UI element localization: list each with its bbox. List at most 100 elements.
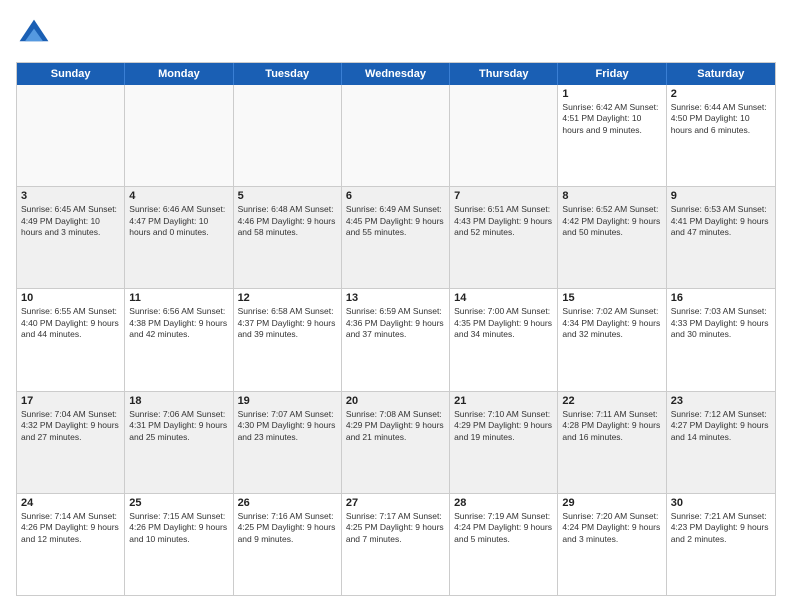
day-cell-13: 13 Sunrise: 6:59 AM Sunset: 4:36 PM Dayli… (342, 289, 450, 390)
day-number: 15 (562, 292, 661, 304)
day-info: Sunrise: 7:12 AM Sunset: 4:27 PM Dayligh… (671, 409, 771, 443)
day-cell-28: 28 Sunrise: 7:19 AM Sunset: 4:24 PM Dayli… (450, 494, 558, 595)
day-of-week-monday: Monday (125, 63, 233, 85)
day-number: 13 (346, 292, 445, 304)
day-cell-6: 6 Sunrise: 6:49 AM Sunset: 4:45 PM Daylig… (342, 187, 450, 288)
day-info: Sunrise: 7:00 AM Sunset: 4:35 PM Dayligh… (454, 306, 553, 340)
empty-cell (125, 85, 233, 186)
day-number: 12 (238, 292, 337, 304)
day-cell-15: 15 Sunrise: 7:02 AM Sunset: 4:34 PM Dayli… (558, 289, 666, 390)
day-number: 3 (21, 190, 120, 202)
day-info: Sunrise: 6:51 AM Sunset: 4:43 PM Dayligh… (454, 204, 553, 238)
day-number: 4 (129, 190, 228, 202)
day-number: 28 (454, 497, 553, 509)
day-number: 9 (671, 190, 771, 202)
day-number: 11 (129, 292, 228, 304)
calendar-header: SundayMondayTuesdayWednesdayThursdayFrid… (17, 63, 775, 85)
day-info: Sunrise: 7:16 AM Sunset: 4:25 PM Dayligh… (238, 511, 337, 545)
week-row-2: 3Sunrise: 6:45 AM Sunset: 4:49 PM Daylig… (17, 186, 775, 288)
day-number: 5 (238, 190, 337, 202)
day-info: Sunrise: 7:19 AM Sunset: 4:24 PM Dayligh… (454, 511, 553, 545)
day-number: 6 (346, 190, 445, 202)
day-cell-8: 8 Sunrise: 6:52 AM Sunset: 4:42 PM Daylig… (558, 187, 666, 288)
day-cell-27: 27 Sunrise: 7:17 AM Sunset: 4:25 PM Dayli… (342, 494, 450, 595)
day-info: Sunrise: 6:59 AM Sunset: 4:36 PM Dayligh… (346, 306, 445, 340)
day-info: Sunrise: 7:15 AM Sunset: 4:26 PM Dayligh… (129, 511, 228, 545)
day-cell-5: 5 Sunrise: 6:48 AM Sunset: 4:46 PM Daylig… (234, 187, 342, 288)
day-number: 22 (562, 395, 661, 407)
day-number: 1 (562, 88, 661, 100)
day-info: Sunrise: 7:17 AM Sunset: 4:25 PM Dayligh… (346, 511, 445, 545)
day-info: Sunrise: 6:56 AM Sunset: 4:38 PM Dayligh… (129, 306, 228, 340)
day-info: Sunrise: 7:04 AM Sunset: 4:32 PM Dayligh… (21, 409, 120, 443)
calendar-body: 1 Sunrise: 6:42 AM Sunset: 4:51 PM Daylig… (17, 85, 775, 595)
week-row-5: 24Sunrise: 7:14 AM Sunset: 4:26 PM Dayli… (17, 493, 775, 595)
day-info: Sunrise: 6:46 AM Sunset: 4:47 PM Dayligh… (129, 204, 228, 238)
day-cell-25: 25 Sunrise: 7:15 AM Sunset: 4:26 PM Dayli… (125, 494, 233, 595)
day-number: 25 (129, 497, 228, 509)
day-number: 23 (671, 395, 771, 407)
day-info: Sunrise: 6:49 AM Sunset: 4:45 PM Dayligh… (346, 204, 445, 238)
empty-cell (234, 85, 342, 186)
day-info: Sunrise: 6:44 AM Sunset: 4:50 PM Dayligh… (671, 102, 771, 136)
day-number: 18 (129, 395, 228, 407)
day-cell-18: 18 Sunrise: 7:06 AM Sunset: 4:31 PM Dayli… (125, 392, 233, 493)
day-cell-17: 17 Sunrise: 7:04 AM Sunset: 4:32 PM Dayli… (17, 392, 125, 493)
day-of-week-wednesday: Wednesday (342, 63, 450, 85)
calendar: SundayMondayTuesdayWednesdayThursdayFrid… (16, 62, 776, 596)
day-info: Sunrise: 6:58 AM Sunset: 4:37 PM Dayligh… (238, 306, 337, 340)
empty-cell (17, 85, 125, 186)
day-number: 7 (454, 190, 553, 202)
day-info: Sunrise: 6:42 AM Sunset: 4:51 PM Dayligh… (562, 102, 661, 136)
day-cell-14: 14 Sunrise: 7:00 AM Sunset: 4:35 PM Dayli… (450, 289, 558, 390)
logo (16, 16, 56, 52)
day-cell-30: 30Sunrise: 7:21 AM Sunset: 4:23 PM Dayli… (667, 494, 775, 595)
day-of-week-saturday: Saturday (667, 63, 775, 85)
day-cell-2: 2 Sunrise: 6:44 AM Sunset: 4:50 PM Daylig… (667, 85, 775, 186)
day-cell-10: 10Sunrise: 6:55 AM Sunset: 4:40 PM Dayli… (17, 289, 125, 390)
day-number: 2 (671, 88, 771, 100)
day-number: 14 (454, 292, 553, 304)
day-of-week-tuesday: Tuesday (234, 63, 342, 85)
week-row-1: 1 Sunrise: 6:42 AM Sunset: 4:51 PM Daylig… (17, 85, 775, 186)
day-cell-20: 20Sunrise: 7:08 AM Sunset: 4:29 PM Dayli… (342, 392, 450, 493)
day-info: Sunrise: 7:07 AM Sunset: 4:30 PM Dayligh… (238, 409, 337, 443)
day-cell-12: 12 Sunrise: 6:58 AM Sunset: 4:37 PM Dayli… (234, 289, 342, 390)
day-cell-16: 16 Sunrise: 7:03 AM Sunset: 4:33 PM Dayli… (667, 289, 775, 390)
day-info: Sunrise: 6:52 AM Sunset: 4:42 PM Dayligh… (562, 204, 661, 238)
week-row-3: 10Sunrise: 6:55 AM Sunset: 4:40 PM Dayli… (17, 288, 775, 390)
day-cell-29: 29 Sunrise: 7:20 AM Sunset: 4:24 PM Dayli… (558, 494, 666, 595)
day-of-week-thursday: Thursday (450, 63, 558, 85)
day-number: 26 (238, 497, 337, 509)
day-number: 27 (346, 497, 445, 509)
day-cell-3: 3Sunrise: 6:45 AM Sunset: 4:49 PM Daylig… (17, 187, 125, 288)
day-cell-22: 22 Sunrise: 7:11 AM Sunset: 4:28 PM Dayli… (558, 392, 666, 493)
day-number: 29 (562, 497, 661, 509)
day-number: 21 (454, 395, 553, 407)
day-number: 17 (21, 395, 120, 407)
day-cell-7: 7 Sunrise: 6:51 AM Sunset: 4:43 PM Daylig… (450, 187, 558, 288)
week-row-4: 17 Sunrise: 7:04 AM Sunset: 4:32 PM Dayli… (17, 391, 775, 493)
day-cell-4: 4 Sunrise: 6:46 AM Sunset: 4:47 PM Daylig… (125, 187, 233, 288)
header (16, 16, 776, 52)
page: SundayMondayTuesdayWednesdayThursdayFrid… (0, 0, 792, 612)
day-info: Sunrise: 7:08 AM Sunset: 4:29 PM Dayligh… (346, 409, 445, 443)
day-number: 24 (21, 497, 120, 509)
day-info: Sunrise: 7:03 AM Sunset: 4:33 PM Dayligh… (671, 306, 771, 340)
day-cell-26: 26 Sunrise: 7:16 AM Sunset: 4:25 PM Dayli… (234, 494, 342, 595)
day-number: 8 (562, 190, 661, 202)
day-cell-1: 1 Sunrise: 6:42 AM Sunset: 4:51 PM Daylig… (558, 85, 666, 186)
day-cell-21: 21 Sunrise: 7:10 AM Sunset: 4:29 PM Dayli… (450, 392, 558, 493)
day-info: Sunrise: 7:11 AM Sunset: 4:28 PM Dayligh… (562, 409, 661, 443)
day-info: Sunrise: 7:10 AM Sunset: 4:29 PM Dayligh… (454, 409, 553, 443)
day-number: 10 (21, 292, 120, 304)
day-number: 30 (671, 497, 771, 509)
logo-icon (16, 16, 52, 52)
day-number: 16 (671, 292, 771, 304)
empty-cell (342, 85, 450, 186)
day-info: Sunrise: 7:20 AM Sunset: 4:24 PM Dayligh… (562, 511, 661, 545)
day-info: Sunrise: 6:53 AM Sunset: 4:41 PM Dayligh… (671, 204, 771, 238)
day-info: Sunrise: 7:02 AM Sunset: 4:34 PM Dayligh… (562, 306, 661, 340)
day-info: Sunrise: 6:48 AM Sunset: 4:46 PM Dayligh… (238, 204, 337, 238)
day-info: Sunrise: 7:06 AM Sunset: 4:31 PM Dayligh… (129, 409, 228, 443)
